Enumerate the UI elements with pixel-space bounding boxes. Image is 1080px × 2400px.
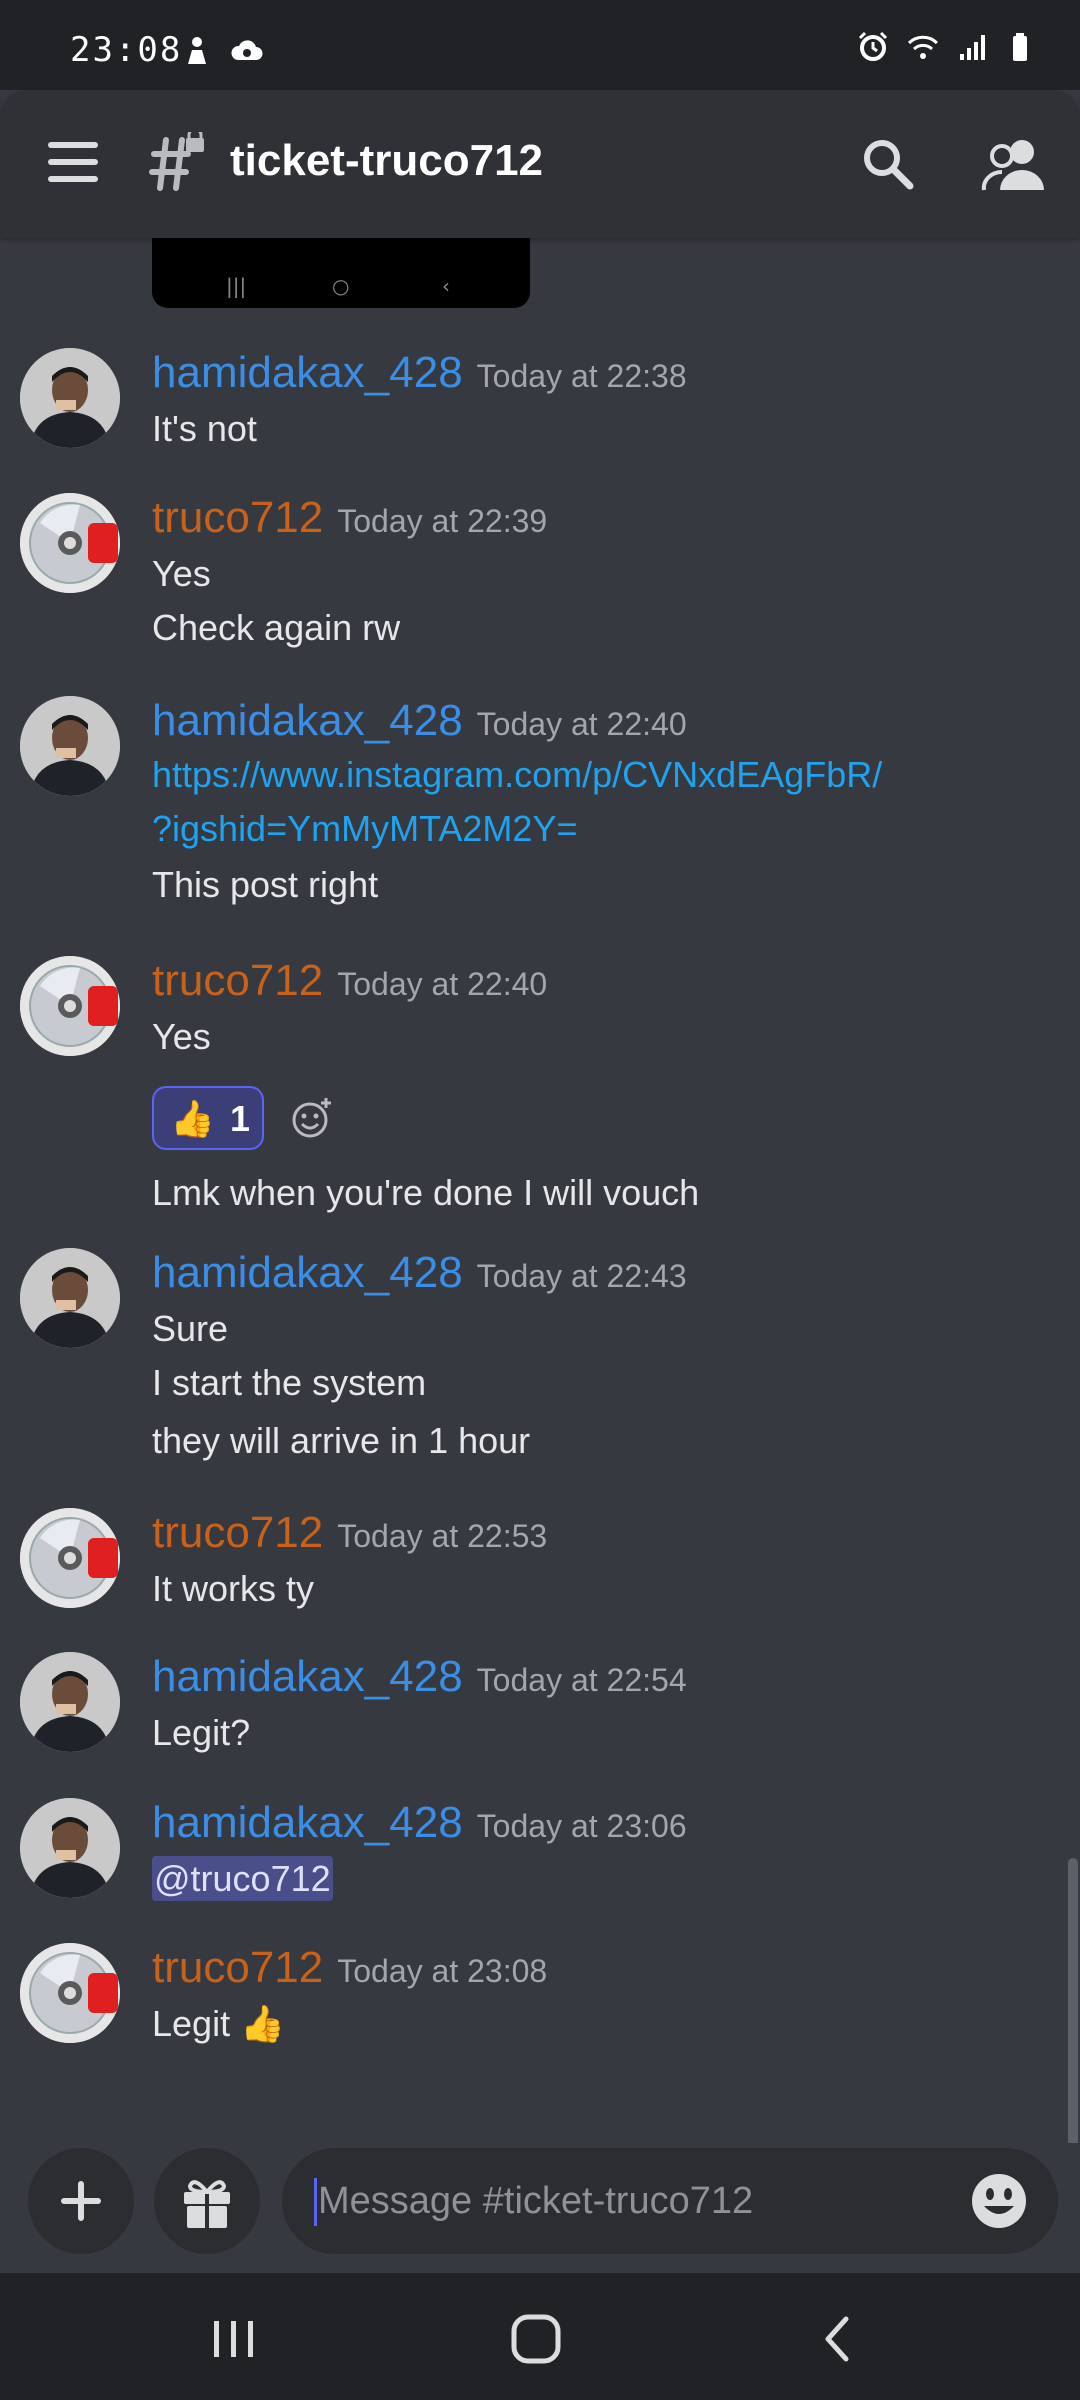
status-bar: 23:08 (0, 0, 1080, 90)
avatar[interactable] (20, 348, 120, 448)
message-text: Sure (152, 1308, 229, 1349)
reaction-emoji: 👍 (170, 1099, 215, 1140)
message-mention-line: @truco712 (152, 1856, 333, 1901)
image-attachment-preview[interactable]: ||| ○ ‹ (152, 238, 530, 308)
cd-avatar-icon (20, 1508, 120, 1608)
author-name[interactable]: hamidakax_428 (152, 1798, 463, 1847)
reaction-thumbs-up[interactable]: 👍 1 (152, 1086, 264, 1150)
author-name[interactable]: hamidakax_428 (152, 348, 463, 397)
scrollbar[interactable] (1068, 1858, 1078, 2143)
message-text: It works ty (152, 1568, 315, 1609)
author-name[interactable]: truco712 (152, 493, 323, 542)
avatar[interactable] (20, 493, 120, 593)
timestamp: Today at 22:53 (337, 1518, 548, 1554)
system-navigation-bar (0, 2273, 1080, 2400)
message-text: Check again rw (152, 607, 401, 648)
menu-icon[interactable] (48, 142, 98, 182)
cd-avatar-icon (20, 493, 120, 593)
message-text: they will arrive in 1 hour (152, 1420, 531, 1461)
message-input[interactable]: Message #ticket-truco712 (282, 2148, 1058, 2254)
channel-title: ticket-truco712 (230, 136, 544, 185)
message-text-line: Legit 👍 (152, 2003, 285, 2045)
person-avatar-icon (20, 1248, 120, 1348)
message-text: It's not (152, 408, 257, 449)
back-icon[interactable] (808, 2311, 868, 2367)
avatar[interactable] (20, 1508, 120, 1608)
channel-lock-hash-icon (149, 132, 204, 191)
timestamp: Today at 22:39 (337, 503, 548, 539)
message-text: Lmk when you're done I will vouch (152, 1172, 700, 1213)
signal-icon (960, 35, 985, 60)
message-link[interactable]: https://www.instagram.com/p/CVNxdEAgFbR/ (152, 754, 882, 796)
person-avatar-icon (20, 1652, 120, 1752)
cd-avatar-icon (20, 1943, 120, 2043)
message-text: Legit (152, 2003, 231, 2044)
status-system-icons (856, 30, 1040, 64)
message-input-placeholder: Message #ticket-truco712 (318, 2180, 754, 2222)
timestamp: Today at 22:54 (476, 1662, 687, 1698)
wifi-icon (907, 35, 939, 59)
timestamp: Today at 22:43 (476, 1258, 687, 1294)
cd-avatar-icon (20, 956, 120, 1056)
home-nav-glyph: ○ (332, 274, 350, 298)
channel-header: ticket-truco712 (0, 90, 1080, 238)
message-text: Yes (152, 1016, 211, 1057)
thumbs-up-emoji: 👍 (240, 2003, 285, 2044)
timestamp: Today at 22:38 (476, 358, 687, 394)
recents-icon[interactable] (204, 2311, 264, 2367)
timestamp: Today at 23:08 (337, 1953, 548, 1989)
person-avatar-icon (20, 696, 120, 796)
avatar[interactable] (20, 1248, 120, 1348)
user-mention[interactable]: @truco712 (152, 1856, 333, 1901)
avatar[interactable] (20, 696, 120, 796)
message-text: Yes (152, 553, 211, 594)
author-name[interactable]: hamidakax_428 (152, 1248, 463, 1297)
gift-icon (184, 2180, 230, 2228)
add-reaction-icon[interactable] (290, 1096, 334, 1140)
person-avatar-icon (20, 348, 120, 448)
message-list[interactable]: ||| ○ ‹ hamidakax_428 Today at 22:38 It's… (0, 238, 1080, 2143)
alarm-icon (858, 31, 888, 61)
cloud-sync-icon (231, 40, 263, 60)
attach-button[interactable] (28, 2148, 134, 2254)
home-icon[interactable] (506, 2311, 566, 2367)
status-time: 23:08 (70, 30, 183, 70)
avatar[interactable] (20, 1943, 120, 2043)
avatar[interactable] (20, 956, 120, 1056)
members-icon[interactable] (980, 134, 1050, 194)
avatar[interactable] (20, 1652, 120, 1752)
search-icon[interactable] (858, 134, 918, 194)
person-avatar-icon (20, 1798, 120, 1898)
avatar[interactable] (20, 1798, 120, 1898)
text-caret (314, 2178, 317, 2226)
battery-icon (1013, 33, 1027, 61)
composer-bar: Message #ticket-truco712 (0, 2143, 1080, 2273)
back-nav-glyph: ‹ (442, 274, 450, 298)
author-name[interactable]: truco712 (152, 1508, 323, 1557)
recents-nav-glyph: ||| (226, 274, 247, 298)
emoji-icon[interactable] (970, 2172, 1028, 2230)
author-name[interactable]: hamidakax_428 (152, 696, 463, 745)
figure-notification-icon (188, 37, 206, 64)
message-text: This post right (152, 864, 379, 905)
gift-button[interactable] (154, 2148, 260, 2254)
author-name[interactable]: truco712 (152, 1943, 323, 1992)
plus-icon (61, 2181, 101, 2221)
timestamp: Today at 22:40 (337, 966, 548, 1002)
message-link[interactable]: ?igshid=YmMyMTA2M2Y= (152, 808, 577, 850)
status-notification-icons (180, 34, 264, 68)
message-text: I start the system (152, 1362, 427, 1403)
message-text: Legit? (152, 1712, 251, 1753)
timestamp: Today at 23:06 (476, 1808, 687, 1844)
author-name[interactable]: truco712 (152, 956, 323, 1005)
timestamp: Today at 22:40 (476, 706, 687, 742)
reaction-count: 1 (230, 1098, 251, 1139)
author-name[interactable]: hamidakax_428 (152, 1652, 463, 1701)
